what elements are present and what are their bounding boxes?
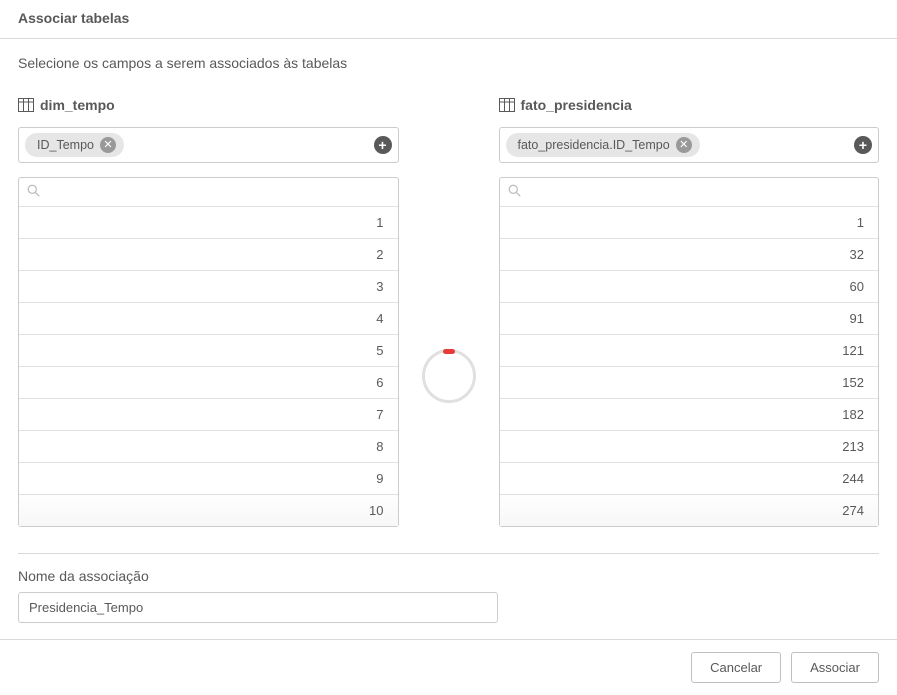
list-item[interactable]: 152 bbox=[500, 367, 879, 399]
list-item[interactable]: 60 bbox=[500, 271, 879, 303]
left-table-name: dim_tempo bbox=[40, 97, 115, 113]
list-item[interactable]: 121 bbox=[500, 335, 879, 367]
right-list: 1326091121152182213244274 bbox=[499, 177, 880, 527]
remove-chip-icon[interactable]: ✕ bbox=[100, 137, 116, 153]
table-icon bbox=[499, 98, 515, 112]
left-chip-label: ID_Tempo bbox=[37, 138, 94, 152]
right-chip-label: fato_presidencia.ID_Tempo bbox=[518, 138, 670, 152]
association-name-input[interactable] bbox=[18, 592, 498, 623]
associate-button[interactable]: Associar bbox=[791, 652, 879, 683]
list-item[interactable]: 7 bbox=[19, 399, 398, 431]
list-item[interactable]: 6 bbox=[19, 367, 398, 399]
list-item[interactable]: 4 bbox=[19, 303, 398, 335]
instruction-text: Selecione os campos a serem associados à… bbox=[18, 55, 879, 71]
cancel-button[interactable]: Cancelar bbox=[691, 652, 781, 683]
right-table-col: fato_presidencia fato_presidencia.ID_Tem… bbox=[499, 97, 880, 527]
list-item[interactable]: 91 bbox=[500, 303, 879, 335]
right-search-input[interactable] bbox=[527, 185, 871, 200]
list-item[interactable]: 274 bbox=[500, 495, 879, 526]
list-item[interactable]: 8 bbox=[19, 431, 398, 463]
list-item[interactable]: 2 bbox=[19, 239, 398, 271]
list-item[interactable]: 1 bbox=[500, 207, 879, 239]
add-field-icon[interactable]: + bbox=[374, 136, 392, 154]
remove-chip-icon[interactable]: ✕ bbox=[676, 137, 692, 153]
table-icon bbox=[18, 98, 34, 112]
list-item[interactable]: 5 bbox=[19, 335, 398, 367]
list-item[interactable]: 244 bbox=[500, 463, 879, 495]
right-field-selector[interactable]: fato_presidencia.ID_Tempo ✕ + bbox=[499, 127, 880, 163]
right-field-chip[interactable]: fato_presidencia.ID_Tempo ✕ bbox=[506, 133, 700, 157]
divider bbox=[18, 553, 879, 554]
association-name-label: Nome da associação bbox=[0, 568, 897, 584]
list-item[interactable]: 213 bbox=[500, 431, 879, 463]
list-item[interactable]: 10 bbox=[19, 495, 398, 526]
left-table-col: dim_tempo ID_Tempo ✕ + 12345678910 bbox=[18, 97, 399, 527]
list-item[interactable]: 1 bbox=[19, 207, 398, 239]
search-icon bbox=[508, 184, 521, 200]
left-field-selector[interactable]: ID_Tempo ✕ + bbox=[18, 127, 399, 163]
right-table-name: fato_presidencia bbox=[521, 97, 632, 113]
add-field-icon[interactable]: + bbox=[854, 136, 872, 154]
loading-spinner-icon bbox=[422, 349, 476, 403]
list-item[interactable]: 9 bbox=[19, 463, 398, 495]
left-search-input[interactable] bbox=[46, 185, 390, 200]
dialog-title: Associar tabelas bbox=[0, 0, 897, 39]
search-icon bbox=[27, 184, 40, 200]
list-item[interactable]: 3 bbox=[19, 271, 398, 303]
right-search-row[interactable] bbox=[500, 178, 879, 207]
dialog-footer: Cancelar Associar bbox=[0, 639, 897, 695]
left-search-row[interactable] bbox=[19, 178, 398, 207]
list-item[interactable]: 32 bbox=[500, 239, 879, 271]
list-item[interactable]: 182 bbox=[500, 399, 879, 431]
left-list: 12345678910 bbox=[18, 177, 399, 527]
left-field-chip[interactable]: ID_Tempo ✕ bbox=[25, 133, 124, 157]
